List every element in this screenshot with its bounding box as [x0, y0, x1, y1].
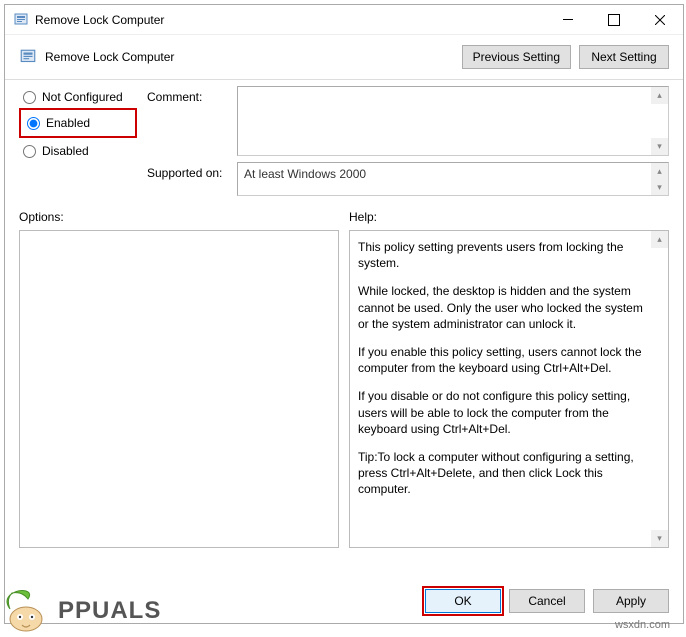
scroll-up-icon[interactable]: ▴ — [651, 231, 668, 248]
scroll-down-icon[interactable]: ▾ — [651, 138, 668, 155]
previous-setting-button[interactable]: Previous Setting — [462, 45, 571, 69]
options-column: Options: — [19, 210, 339, 548]
scroll-down-icon[interactable]: ▾ — [651, 179, 668, 195]
comment-text — [238, 87, 668, 95]
radio-label: Disabled — [42, 144, 89, 158]
ok-button[interactable]: OK — [425, 589, 501, 613]
header-row: Remove Lock Computer Previous Setting Ne… — [5, 35, 683, 75]
help-label: Help: — [349, 210, 669, 230]
options-panel — [19, 230, 339, 548]
policy-title: Remove Lock Computer — [45, 50, 174, 64]
options-label: Options: — [19, 210, 339, 230]
comment-textarea[interactable]: ▴ ▾ — [237, 86, 669, 156]
supported-row: Supported on: At least Windows 2000 ▴ ▾ — [147, 162, 669, 196]
scrollbar[interactable]: ▴ ▾ — [651, 163, 668, 195]
radio-label: Not Configured — [42, 90, 123, 104]
nav-buttons: Previous Setting Next Setting — [462, 45, 669, 69]
supported-label: Supported on: — [147, 162, 227, 196]
header-left: Remove Lock Computer — [19, 48, 174, 66]
policy-editor-window: Remove Lock Computer Remove Lock Compute… — [4, 4, 684, 624]
close-button[interactable] — [637, 5, 683, 34]
policy-icon — [13, 12, 29, 28]
radio-not-configured[interactable]: Not Configured — [19, 86, 137, 108]
dialog-footer: OK Cancel Apply — [425, 589, 669, 613]
supported-textarea: At least Windows 2000 ▴ ▾ — [237, 162, 669, 196]
help-panel: This policy setting prevents users from … — [349, 230, 669, 548]
config-section: Not Configured Enabled Disabled Comment: — [5, 86, 683, 196]
radio-not-configured-input[interactable] — [23, 91, 36, 104]
help-paragraph: If you enable this policy setting, users… — [358, 344, 646, 376]
meta-col: Comment: ▴ ▾ Supported on: At least Wind… — [147, 86, 669, 196]
scroll-up-icon[interactable]: ▴ — [651, 163, 668, 179]
enabled-highlight: Enabled — [19, 108, 137, 138]
radio-enabled[interactable]: Enabled — [23, 112, 133, 134]
minimize-button[interactable] — [545, 5, 591, 34]
cancel-button[interactable]: Cancel — [509, 589, 585, 613]
supported-text: At least Windows 2000 — [238, 163, 668, 185]
radio-disabled[interactable]: Disabled — [19, 140, 137, 162]
scrollbar[interactable]: ▴ ▾ — [651, 231, 668, 547]
maximize-button[interactable] — [591, 5, 637, 34]
scrollbar[interactable]: ▴ ▾ — [651, 87, 668, 155]
scroll-down-icon[interactable]: ▾ — [651, 530, 668, 547]
next-setting-button[interactable]: Next Setting — [579, 45, 669, 69]
help-paragraph: Tip:To lock a computer without configuri… — [358, 449, 646, 498]
divider — [5, 79, 683, 80]
apply-button[interactable]: Apply — [593, 589, 669, 613]
window-controls — [545, 5, 683, 34]
comment-label: Comment: — [147, 86, 227, 156]
titlebar-left: Remove Lock Computer — [13, 12, 164, 28]
scroll-up-icon[interactable]: ▴ — [651, 87, 668, 104]
help-column: Help: This policy setting prevents users… — [349, 210, 669, 548]
help-paragraph: While locked, the desktop is hidden and … — [358, 283, 646, 332]
help-paragraph: If you disable or do not configure this … — [358, 388, 646, 437]
help-text: This policy setting prevents users from … — [350, 231, 668, 517]
radio-label: Enabled — [46, 116, 90, 130]
window-title: Remove Lock Computer — [35, 13, 164, 27]
help-paragraph: This policy setting prevents users from … — [358, 239, 646, 271]
policy-icon — [19, 48, 37, 66]
titlebar: Remove Lock Computer — [5, 5, 683, 35]
comment-row: Comment: ▴ ▾ — [147, 86, 669, 156]
state-radio-group: Not Configured Enabled Disabled — [19, 86, 137, 196]
radio-enabled-input[interactable] — [27, 117, 40, 130]
radio-disabled-input[interactable] — [23, 145, 36, 158]
lower-section: Options: Help: This policy setting preve… — [5, 196, 683, 548]
